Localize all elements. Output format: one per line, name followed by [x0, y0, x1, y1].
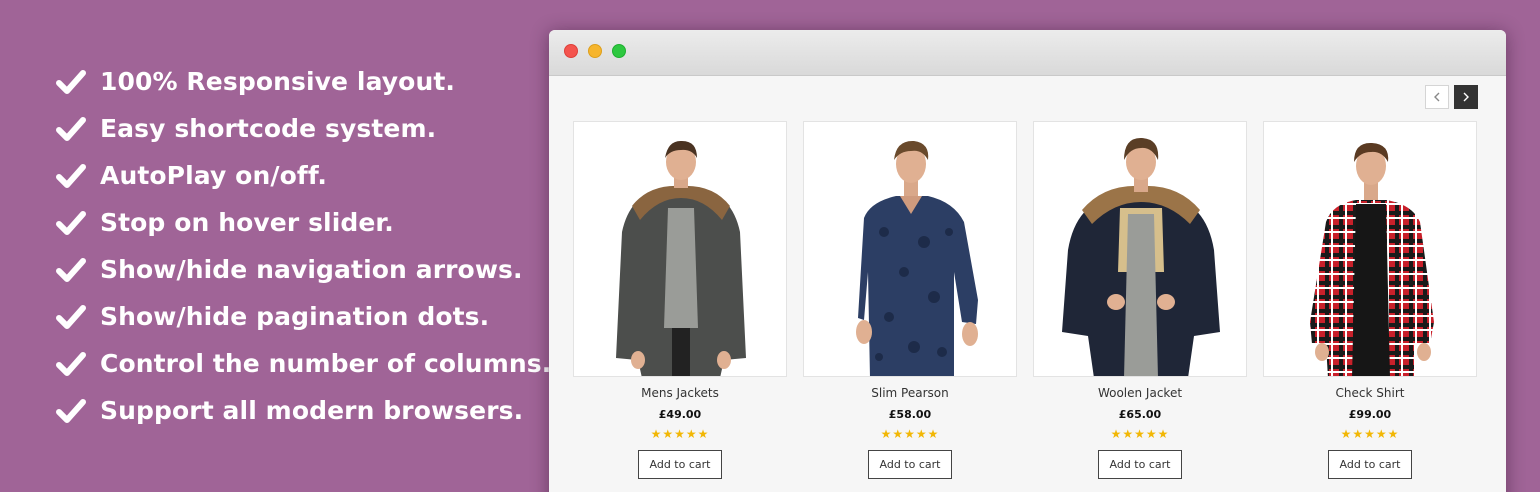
feature-item: Stop on hover slider.: [56, 199, 551, 246]
product-price: £99.00: [1348, 408, 1392, 421]
feature-item: Easy shortcode system.: [56, 105, 551, 152]
model-in-check-shirt-image: [1310, 142, 1434, 376]
add-to-cart-button[interactable]: Add to cart: [868, 450, 952, 479]
checkmark-icon: [56, 163, 86, 188]
star-rating: ★★★★★: [650, 427, 710, 441]
product-image[interactable]: [573, 121, 787, 377]
product-image[interactable]: [1263, 121, 1477, 377]
product-name[interactable]: Woolen Jacket: [1098, 386, 1182, 400]
product-card: Check Shirt £99.00 ★★★★★ Add to cart: [1263, 121, 1477, 479]
chevron-left-icon: [1434, 92, 1440, 102]
browser-window: Mens Jackets £49.00 ★★★★★ Add to cart Sl…: [549, 30, 1506, 492]
model-in-floral-shirt-image: [856, 140, 978, 376]
checkmark-icon: [56, 351, 86, 376]
minimize-window-dot[interactable]: [588, 44, 602, 58]
product-image[interactable]: [803, 121, 1017, 377]
slider-navigation: [1425, 85, 1478, 109]
product-price: £58.00: [888, 408, 932, 421]
maximize-window-dot[interactable]: [612, 44, 626, 58]
slider-prev-button[interactable]: [1425, 85, 1449, 109]
add-to-cart-button[interactable]: Add to cart: [1098, 450, 1182, 479]
feature-item: AutoPlay on/off.: [56, 152, 551, 199]
checkmark-icon: [56, 398, 86, 423]
product-card: Slim Pearson £58.00 ★★★★★ Add to cart: [803, 121, 1017, 479]
checkmark-icon: [56, 257, 86, 282]
feature-item: Control the number of columns.: [56, 340, 551, 387]
star-rating: ★★★★★: [1340, 427, 1400, 441]
browser-titlebar: [549, 30, 1506, 76]
feature-text: 100% Responsive layout.: [100, 67, 455, 96]
feature-item: Show/hide navigation arrows.: [56, 246, 551, 293]
product-grid: Mens Jackets £49.00 ★★★★★ Add to cart Sl…: [573, 121, 1477, 479]
feature-list: 100% Responsive layout. Easy shortcode s…: [56, 58, 551, 434]
feature-text: Stop on hover slider.: [100, 208, 394, 237]
product-name[interactable]: Slim Pearson: [871, 386, 948, 400]
product-card: Mens Jackets £49.00 ★★★★★ Add to cart: [573, 121, 787, 479]
product-price: £65.00: [1118, 408, 1162, 421]
product-image[interactable]: [1033, 121, 1247, 377]
feature-text: Show/hide pagination dots.: [100, 302, 490, 331]
product-card: Woolen Jacket £65.00 ★★★★★ Add to cart: [1033, 121, 1247, 479]
product-name[interactable]: Check Shirt: [1336, 386, 1405, 400]
slider-next-button[interactable]: [1454, 85, 1478, 109]
chevron-right-icon: [1463, 92, 1469, 102]
add-to-cart-button[interactable]: Add to cart: [1328, 450, 1412, 479]
checkmark-icon: [56, 69, 86, 94]
close-window-dot[interactable]: [564, 44, 578, 58]
feature-text: AutoPlay on/off.: [100, 161, 328, 190]
feature-item: 100% Responsive layout.: [56, 58, 551, 105]
product-name[interactable]: Mens Jackets: [641, 386, 719, 400]
product-slider: Mens Jackets £49.00 ★★★★★ Add to cart Sl…: [549, 76, 1506, 492]
feature-text: Control the number of columns.: [100, 349, 552, 378]
model-in-parka-image: [616, 140, 746, 376]
checkmark-icon: [56, 210, 86, 235]
checkmark-icon: [56, 116, 86, 141]
add-to-cart-button[interactable]: Add to cart: [638, 450, 722, 479]
feature-text: Support all modern browsers.: [100, 396, 524, 425]
feature-text: Show/hide navigation arrows.: [100, 255, 523, 284]
feature-item: Support all modern browsers.: [56, 387, 551, 434]
star-rating: ★★★★★: [1110, 427, 1170, 441]
feature-item: Show/hide pagination dots.: [56, 293, 551, 340]
feature-text: Easy shortcode system.: [100, 114, 437, 143]
product-price: £49.00: [658, 408, 702, 421]
star-rating: ★★★★★: [880, 427, 940, 441]
checkmark-icon: [56, 304, 86, 329]
model-in-woolen-jacket-image: [1062, 137, 1220, 376]
